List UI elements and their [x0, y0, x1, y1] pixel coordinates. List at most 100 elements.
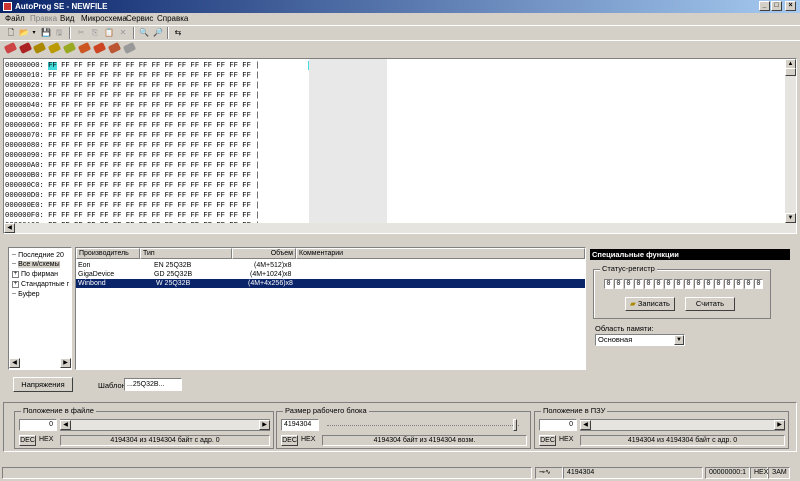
scroll-thumb[interactable] [785, 68, 796, 76]
hex-pane[interactable]: 00000000: FF FF FF FF FF FF FF FF FF FF … [4, 59, 308, 230]
hex-row[interactable]: 000000D0: FF FF FF FF FF FF FF FF FF FF … [5, 191, 260, 201]
status-bit[interactable]: 0 [714, 279, 723, 289]
chip-list[interactable]: Производитель Тип Объем Комментарии Eon … [75, 247, 586, 370]
chevron-down-icon[interactable]: ▼ [674, 335, 684, 345]
hex-row[interactable]: 00000010: FF FF FF FF FF FF FF FF FF FF … [5, 71, 260, 81]
splitter[interactable] [0, 236, 800, 240]
save-icon[interactable]: 💾 [41, 28, 51, 38]
delete-icon[interactable]: ✕ [118, 28, 128, 38]
hex-bytes[interactable]: FF FF FF FF FF FF FF FF FF FF FF FF FF F… [48, 82, 251, 90]
tree-item-by-maker[interactable]: + По фирман [12, 270, 58, 279]
hex-bytes[interactable]: FF FF FF FF FF FF FF FF FF FF FF FF FF F… [48, 112, 251, 120]
menu-view[interactable]: Вид [60, 14, 74, 24]
read-status-button[interactable]: Считать [685, 297, 735, 311]
status-bit[interactable]: 0 [664, 279, 673, 289]
maximize-button[interactable]: □ [771, 1, 782, 11]
hex-bytes[interactable]: FF FF FF FF FF FF FF FF FF FF FF FF FF F… [48, 62, 251, 70]
chip-row[interactable]: GigaDevice GD 25Q32B (4M+1024)x8 [76, 270, 585, 279]
hex-toggle[interactable]: HEX [39, 435, 56, 446]
hex-toggle[interactable]: HEX [301, 435, 318, 446]
template-input[interactable]: ...25Q32B... [124, 378, 182, 391]
expand-icon[interactable]: + [12, 270, 19, 278]
tree-item-standard[interactable]: + Стандартные г [12, 280, 69, 289]
copy-icon[interactable]: ⎘ [90, 28, 100, 38]
status-bit[interactable]: 0 [674, 279, 683, 289]
find-icon[interactable]: 🔍 [139, 28, 149, 38]
hex-row[interactable]: 00000070: FF FF FF FF FF FF FF FF FF FF … [5, 131, 260, 141]
protect-chip-icon[interactable] [77, 42, 92, 54]
auto-program-icon[interactable] [107, 42, 122, 54]
hex-bytes[interactable]: FF FF FF FF FF FF FF FF FF FF FF FF FF F… [48, 202, 251, 210]
hex-row[interactable]: 00000030: FF FF FF FF FF FF FF FF FF FF … [5, 91, 260, 101]
status-bit[interactable]: 0 [754, 279, 763, 289]
status-bit[interactable]: 0 [614, 279, 623, 289]
hex-row[interactable]: 00000040: FF FF FF FF FF FF FF FF FF FF … [5, 101, 260, 111]
hex-bytes[interactable]: FF FF FF FF FF FF FF FF FF FF FF FF FF F… [48, 192, 251, 200]
status-bit[interactable]: 0 [634, 279, 643, 289]
voltage-button[interactable]: Напряжения [13, 377, 73, 392]
hex-bytes[interactable]: FF FF FF FF FF FF FF FF FF FF FF FF FF F… [48, 212, 251, 220]
rom-position-scrollbar[interactable]: ◀ ▶ [580, 419, 785, 431]
status-bit[interactable]: 0 [684, 279, 693, 289]
column-maker[interactable]: Производитель [76, 248, 140, 259]
status-bit[interactable]: 0 [704, 279, 713, 289]
close-button[interactable]: × [785, 1, 796, 11]
hex-row[interactable]: 00000060: FF FF FF FF FF FF FF FF FF FF … [5, 121, 260, 131]
tree-item-recent[interactable]: ┈ Последние 20 [12, 251, 64, 260]
minimize-button[interactable]: _ [759, 1, 770, 11]
scroll-down-button[interactable]: ▼ [785, 213, 796, 223]
hex-bytes[interactable]: FF FF FF FF FF FF FF FF FF FF FF FF FF F… [48, 122, 251, 130]
dec-toggle[interactable]: DEC [281, 435, 298, 446]
cut-icon[interactable]: ✂ [76, 28, 86, 38]
scroll-right-button[interactable]: ▶ [259, 420, 270, 430]
unprotect-chip-icon[interactable] [92, 42, 107, 54]
menu-help[interactable]: Справка [157, 14, 188, 24]
paste-icon[interactable]: 📋 [104, 28, 114, 38]
dec-toggle[interactable]: DEC [539, 435, 556, 446]
chip-category-tree[interactable]: ┈ Последние 20 ┈ Все м/схемы + По фирман … [8, 247, 72, 370]
write-chip-icon[interactable] [18, 42, 33, 54]
read-chip-icon[interactable] [3, 42, 18, 54]
hex-bytes[interactable]: FF FF FF FF FF FF FF FF FF FF FF FF FF F… [48, 92, 251, 100]
hex-vertical-scrollbar[interactable]: ▲ ▼ [785, 59, 796, 223]
status-bit[interactable]: 0 [744, 279, 753, 289]
status-bit[interactable]: 0 [654, 279, 663, 289]
slider-thumb[interactable] [513, 419, 517, 431]
save-as-icon[interactable]: 🖫 [54, 28, 64, 38]
hex-row[interactable]: 00000020: FF FF FF FF FF FF FF FF FF FF … [5, 81, 260, 91]
hex-row[interactable]: 000000B0: FF FF FF FF FF FF FF FF FF FF … [5, 171, 260, 181]
expand-icon[interactable]: + [12, 280, 19, 288]
dec-toggle[interactable]: DEC [19, 435, 36, 446]
hex-row[interactable]: 000000E0: FF FF FF FF FF FF FF FF FF FF … [5, 201, 260, 211]
rom-position-input[interactable]: 0 [539, 419, 577, 431]
column-size[interactable]: Объем [232, 248, 296, 259]
blank-check-icon[interactable] [62, 42, 77, 54]
hex-bytes[interactable]: FF FF FF FF FF FF FF FF FF FF FF FF FF F… [48, 172, 251, 180]
scroll-right-button[interactable]: ▶ [774, 420, 785, 430]
status-bit[interactable]: 0 [644, 279, 653, 289]
hex-bytes[interactable]: FF FF FF FF FF FF FF FF FF FF FF FF FF F… [48, 182, 251, 190]
menu-chip[interactable]: Микросхема [81, 14, 127, 24]
chip-row[interactable]: Eon EN 25Q32B (4M+512)x8 [76, 261, 585, 270]
scroll-left-button[interactable]: ◀ [60, 420, 71, 430]
tree-scroll-right[interactable]: ▶ [60, 358, 71, 368]
scroll-left-button[interactable]: ◀ [4, 223, 15, 233]
status-bit[interactable]: 0 [724, 279, 733, 289]
goto-address-icon[interactable]: ⇆ [173, 28, 183, 38]
hex-row[interactable]: 00000080: FF FF FF FF FF FF FF FF FF FF … [5, 141, 260, 151]
hex-row[interactable]: 000000C0: FF FF FF FF FF FF FF FF FF FF … [5, 181, 260, 191]
hex-bytes[interactable]: FF FF FF FF FF FF FF FF FF FF FF FF FF F… [48, 162, 251, 170]
status-bit[interactable]: 0 [604, 279, 613, 289]
new-file-icon[interactable]: 🗋 [6, 28, 16, 38]
open-file-icon[interactable]: 📂 [19, 28, 29, 38]
hex-bytes[interactable]: FF FF FF FF FF FF FF FF FF FF FF FF FF F… [48, 142, 251, 150]
status-bit[interactable]: 0 [694, 279, 703, 289]
memory-area-select[interactable]: Основная ▼ [595, 334, 685, 346]
hex-bytes[interactable]: FF FF FF FF FF FF FF FF FF FF FF FF FF F… [48, 132, 251, 140]
hex-editor[interactable]: 00000000: FF FF FF FF FF FF FF FF FF FF … [3, 58, 797, 234]
column-comment[interactable]: Комментарии [296, 248, 585, 259]
block-size-input[interactable]: 4194304 [281, 419, 319, 431]
ascii-column[interactable] [309, 59, 387, 227]
erase-chip-icon[interactable] [47, 42, 62, 54]
menu-edit[interactable]: Правка [30, 14, 57, 24]
